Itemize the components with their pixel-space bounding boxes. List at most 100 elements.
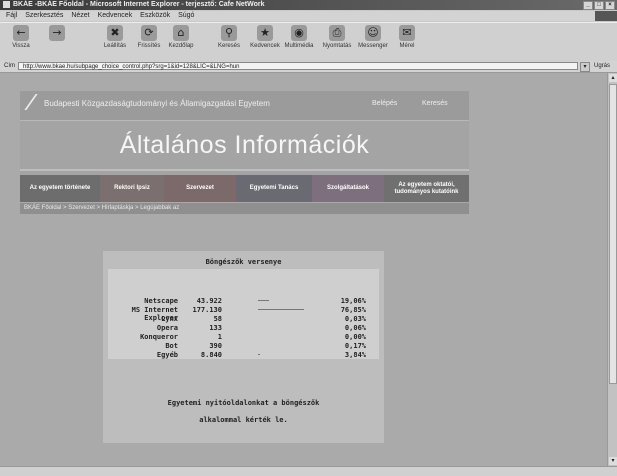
print-icon: ⎙ xyxy=(329,25,345,41)
stats-row: Egyéb 8.840 3,84% xyxy=(108,351,379,359)
toolbar-label: Mérel xyxy=(399,43,415,49)
forward-icon: → xyxy=(49,25,65,41)
nav-item-3[interactable]: Egyetemi Tanács xyxy=(236,175,312,202)
hit-count: 390 xyxy=(209,342,222,350)
multimédia-button[interactable]: ◉ Multimédia xyxy=(282,25,316,49)
browser-name: Konqueror xyxy=(140,333,178,341)
share-bar xyxy=(258,309,304,310)
ie-icon xyxy=(3,1,10,8)
hit-percent: 19,06% xyxy=(340,297,366,305)
browser-toolbar: ← Vissza → ✖ Leállítás ⟳ Frissítés ⌂ Kezdőlap ⚲ Ke… xyxy=(0,22,617,62)
nav-item-0[interactable]: Az egyetem története xyxy=(20,175,100,202)
browser-name: Netscape xyxy=(144,297,178,305)
stats-footer-line2: alkalommal kérték le. xyxy=(199,416,288,424)
menu-edit[interactable]: Szerkesztés xyxy=(25,12,63,19)
frissítés-button[interactable]: ⟳ Frissítés xyxy=(132,25,166,49)
scroll-up-icon[interactable]: ▴ xyxy=(609,74,617,82)
favorites-icon: ★ xyxy=(257,25,273,41)
search-link[interactable]: Keresés xyxy=(422,100,448,107)
messenger-button[interactable]: ☺ Messenger xyxy=(356,25,390,49)
maximize-icon[interactable]: □ xyxy=(594,1,604,10)
university-name: Budapesti Közgazdaságtudományi és Állami… xyxy=(44,99,270,108)
stats-row: Konqueror 1 0,00% xyxy=(108,333,379,341)
scroll-thumb[interactable] xyxy=(609,84,617,384)
page-banner: Általános Információk xyxy=(20,121,469,175)
window-controls: _ □ × xyxy=(583,1,615,10)
minimize-icon[interactable]: _ xyxy=(583,1,593,10)
toolbar-label: Nyomtatás xyxy=(322,43,352,49)
hit-percent: 3,84% xyxy=(344,351,366,359)
banner-stripe xyxy=(20,169,469,171)
address-label: Cím xyxy=(4,63,15,69)
address-dropdown-icon[interactable]: ▾ xyxy=(580,62,590,72)
menu-tools[interactable]: Eszközök xyxy=(140,12,170,19)
browser-name: Bot xyxy=(165,342,178,350)
vissza-button[interactable]: ← Vissza xyxy=(4,25,38,49)
kedvencek-button[interactable]: ★ Kedvencek xyxy=(248,25,282,49)
address-input[interactable]: http://www.bkae.hu/subpage_choice_contro… xyxy=(18,62,578,70)
hit-count: 8.840 xyxy=(200,351,222,359)
menu-view[interactable]: Nézet xyxy=(71,12,89,19)
messenger-icon: ☺ xyxy=(365,25,381,41)
kezdőlap-button[interactable]: ⌂ Kezdőlap xyxy=(164,25,198,49)
go-button[interactable]: Ugrás xyxy=(594,61,610,72)
hit-count: 43.922 xyxy=(196,297,222,305)
windows-logo-icon xyxy=(595,11,617,21)
stats-row: Netscape 43.922 19,06% xyxy=(108,297,379,305)
breadcrumb[interactable]: BKÁE Főoldal > Szervezet > Hírlaptáskja … xyxy=(20,203,469,214)
stats-title: Böngészők versenye xyxy=(205,258,282,266)
nav-item-5[interactable]: Az egyetem oktatói, tudományos kutatóink xyxy=(384,175,469,202)
site-header: Budapesti Közgazdaságtudományi és Állami… xyxy=(20,91,469,121)
hit-percent: 76,85% xyxy=(340,306,366,314)
mérel-button[interactable]: ✉ Mérel xyxy=(390,25,424,49)
stats-row: Lynx 58 0,03% xyxy=(108,315,379,323)
site-nav: Az egyetem története Rektori Ipsiz Szervez… xyxy=(20,175,469,202)
nav-item-1[interactable]: Rektori Ipsiz xyxy=(100,175,164,202)
nav-item-2[interactable]: Szervezet xyxy=(164,175,236,202)
hit-percent: 0,17% xyxy=(344,342,366,350)
close-icon[interactable]: × xyxy=(605,1,615,10)
stats-row: Opera 133 0,06% xyxy=(108,324,379,332)
hit-count: 1 xyxy=(217,333,222,341)
page-viewport: Budapesti Közgazdaságtudományi és Állami… xyxy=(0,73,607,466)
refresh-icon: ⟳ xyxy=(141,25,157,41)
hit-percent: 0,00% xyxy=(344,333,366,341)
toolbar-label: Vissza xyxy=(12,43,30,49)
browser-name: Opera xyxy=(156,324,178,332)
stats-row: Bot 390 0,17% xyxy=(108,342,379,350)
share-bar xyxy=(258,300,269,301)
leállítás-button[interactable]: ✖ Leállítás xyxy=(98,25,132,49)
toolbar-label: Kezdőlap xyxy=(168,43,194,49)
stop-icon: ✖ xyxy=(107,25,123,41)
home-icon: ⌂ xyxy=(173,25,189,41)
page-title: Általános Információk xyxy=(119,131,370,159)
forward-button[interactable]: → xyxy=(40,25,74,43)
stats-row: MS Internet Explorer 177.130 76,85% xyxy=(108,306,379,322)
toolbar-label: Leállítás xyxy=(103,43,127,49)
login-link[interactable]: Belépés xyxy=(372,100,397,107)
toolbar-label: Multimédia xyxy=(284,43,314,49)
scroll-down-icon[interactable]: ▾ xyxy=(609,457,617,465)
nav-item-4[interactable]: Szolgáltatások xyxy=(312,175,384,202)
hit-percent: 0,03% xyxy=(344,315,366,323)
menu-favorites[interactable]: Kedvencek xyxy=(98,12,133,19)
menu-file[interactable]: Fájl xyxy=(6,12,17,19)
window-titlebar: BKÁE -BKÁE Főoldal - Microsoft Internet … xyxy=(0,0,617,10)
share-bar xyxy=(258,354,260,355)
stats-table: Netscape 43.922 19,06% MS Internet Explorer… xyxy=(108,269,379,359)
menu-help[interactable]: Súgó xyxy=(178,12,194,19)
stats-footer-line1: Egyetemi nyitóoldalonkat a böngészők xyxy=(167,399,320,407)
browser-name: Egyéb xyxy=(156,351,178,359)
vertical-scrollbar[interactable]: ▴ ▾ xyxy=(607,73,617,466)
hit-percent: 0,06% xyxy=(344,324,366,332)
keresés-button[interactable]: ⚲ Keresés xyxy=(212,25,246,49)
hit-count: 58 xyxy=(213,315,222,323)
toolbar-label: Messenger xyxy=(358,43,388,49)
window-title: BKÁE -BKÁE Főoldal - Microsoft Internet … xyxy=(13,1,265,8)
nyomtatás-button[interactable]: ⎙ Nyomtatás xyxy=(320,25,354,49)
mail-icon: ✉ xyxy=(399,25,415,41)
browser-stats-panel: Böngészők versenye Netscape 43.922 19,06% M… xyxy=(103,251,384,443)
address-bar: Cím http://www.bkae.hu/subpage_choice_co… xyxy=(0,61,617,73)
menu-bar: Fájl Szerkesztés Nézet Kedvencek Eszközö… xyxy=(0,11,617,21)
search-icon: ⚲ xyxy=(221,25,237,41)
